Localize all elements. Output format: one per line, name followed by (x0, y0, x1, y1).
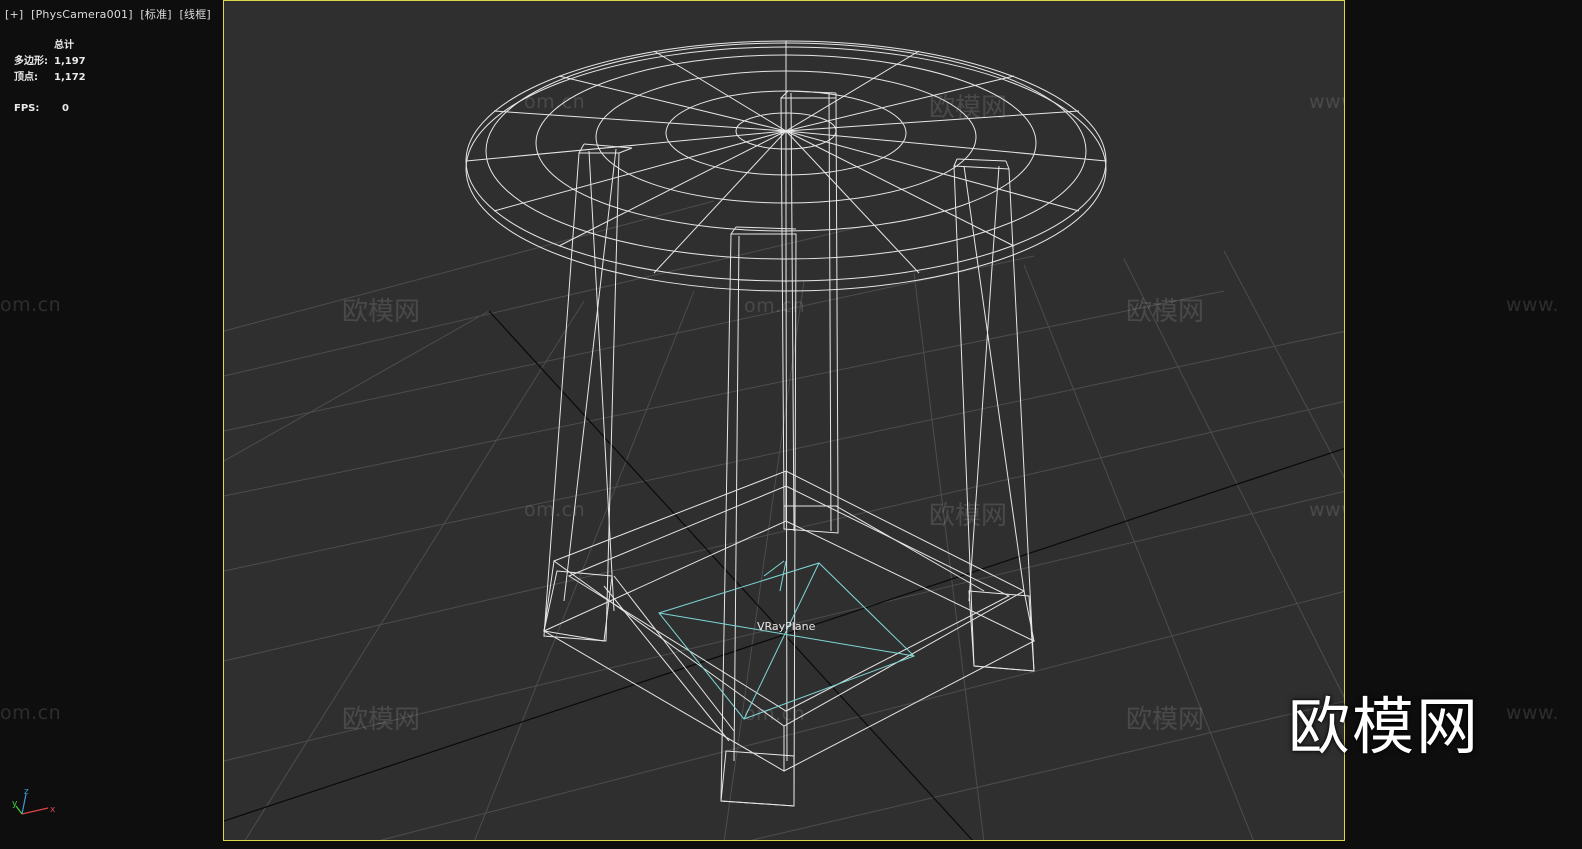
watermark-url: www. (1506, 294, 1559, 316)
watermark-url: om.cn (744, 703, 806, 725)
axis-gizmo: x z y (10, 786, 60, 820)
stats-fps-row: FPS: 0 (14, 101, 86, 117)
watermark-url: om.cn (524, 499, 586, 521)
watermark-url: om.cn (744, 295, 806, 317)
watermark-url: om.cn (0, 294, 62, 316)
watermark-cn: 欧模网 (342, 297, 421, 327)
fps-value: 0 (62, 103, 69, 114)
watermark-url: om.cn (0, 702, 62, 724)
axis-x-label: x (50, 805, 56, 815)
vray-plane-label: VRayPlane (757, 620, 816, 633)
watermark-url: www.om.cn (1309, 91, 1344, 113)
axis-z-label: z (24, 787, 29, 797)
viewport-plus-menu[interactable]: [+] (5, 8, 23, 21)
vertices-label: 顶点: (14, 72, 38, 83)
viewport-display-menu[interactable]: [线框] (180, 8, 211, 21)
perspective-viewport[interactable]: 欧模网 om.cn 欧模网 www.om.cn 欧模网 om.cn 欧模网 欧模… (223, 0, 1345, 841)
stats-polygons-row: 多边形: 1,197 (14, 54, 86, 70)
watermark-url: www. (1506, 702, 1559, 724)
viewport-menu[interactable]: [+] [PhysCamera001] [标准] [线框] (5, 6, 215, 22)
polygons-value: 1,197 (54, 56, 86, 67)
statistics-panel: 总计 多边形: 1,197 顶点: 1,172 FPS: 0 (14, 38, 86, 117)
watermark-cn: 欧模网 (1126, 297, 1205, 327)
watermark-cn: 欧模网 (929, 93, 1008, 123)
stats-header: 总计 (54, 40, 74, 51)
fps-label: FPS: (14, 103, 40, 114)
stats-vertices-row: 顶点: 1,172 (14, 70, 86, 86)
polygons-label: 多边形: (14, 56, 48, 67)
watermark-cn: 欧模网 (224, 495, 225, 532)
brand-logo: 欧模网 (1288, 690, 1481, 763)
axis-y-label: y (12, 799, 18, 809)
watermark-url: www.om.cn (1309, 499, 1344, 521)
vertices-value: 1,172 (54, 72, 86, 83)
watermark-cn: 欧模网 (224, 87, 225, 124)
watermark-cn: 欧模网 (1126, 705, 1205, 735)
viewport-camera-menu[interactable]: [PhysCamera001] (31, 8, 133, 21)
viewport-shading-menu[interactable]: [标准] (140, 8, 171, 21)
table-wireframe[interactable] (465, 40, 1107, 807)
watermark-url: om.cn (524, 91, 586, 113)
watermark-cn: 欧模网 (929, 501, 1008, 531)
watermark-cn: 欧模网 (342, 705, 421, 735)
